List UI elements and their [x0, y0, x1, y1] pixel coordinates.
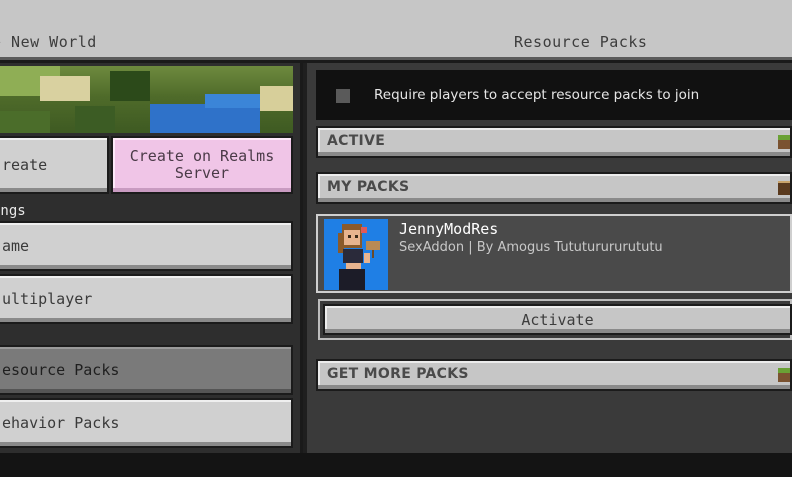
menu-multiplayer-button[interactable]: ultiplayer — [0, 274, 293, 324]
bottom-strip — [0, 453, 792, 477]
activate-button[interactable]: Activate — [323, 304, 792, 335]
create-button[interactable]: reate — [0, 136, 109, 194]
grass-block-icon — [778, 135, 790, 149]
grass-block-icon — [778, 368, 790, 382]
require-packs-row: Require players to accept resource packs… — [316, 70, 792, 120]
get-more-packs-section-header[interactable]: GET MORE PACKS — [316, 359, 792, 391]
menu-game-button[interactable]: ame — [0, 221, 293, 271]
my-packs-section-label: MY PACKS — [327, 179, 410, 195]
pack-name: JennyModRes — [399, 220, 499, 238]
top-bar: e New World Resource Packs — [0, 0, 792, 60]
settings-heading: ings — [0, 203, 26, 219]
my-packs-section-header[interactable]: MY PACKS — [316, 172, 792, 204]
require-packs-checkbox[interactable] — [336, 89, 350, 103]
menu-multiplayer-label: ultiplayer — [2, 290, 93, 308]
menu-resource-packs-label: esource Packs — [2, 361, 120, 379]
resource-packs-title: Resource Packs — [514, 33, 648, 51]
pack-card[interactable]: JennyModRes SexAddon | By Amogus Tututur… — [316, 214, 792, 293]
active-section-header[interactable]: ACTIVE — [316, 126, 792, 158]
activate-button-label: Activate — [521, 310, 594, 329]
menu-behavior-packs-label: ehavior Packs — [2, 414, 120, 432]
create-on-realms-label: Create on Realms Server — [129, 147, 275, 182]
require-packs-label: Require players to accept resource packs… — [374, 87, 700, 103]
create-on-realms-button[interactable]: Create on Realms Server — [111, 136, 293, 194]
menu-game-label: ame — [2, 237, 30, 255]
create-button-label: reate — [2, 156, 48, 174]
pack-thumbnail — [324, 219, 388, 290]
create-world-title: e New World — [0, 33, 97, 51]
active-section-label: ACTIVE — [327, 133, 386, 149]
pack-character-icon — [324, 219, 388, 290]
world-preview-image — [0, 66, 293, 133]
menu-resource-packs-button[interactable]: esource Packs — [0, 345, 293, 395]
get-more-packs-label: GET MORE PACKS — [327, 366, 469, 382]
menu-behavior-packs-button[interactable]: ehavior Packs — [0, 398, 293, 448]
pack-meta: SexAddon | By Amogus Tututurururututu — [399, 240, 663, 255]
book-icon — [778, 181, 790, 195]
